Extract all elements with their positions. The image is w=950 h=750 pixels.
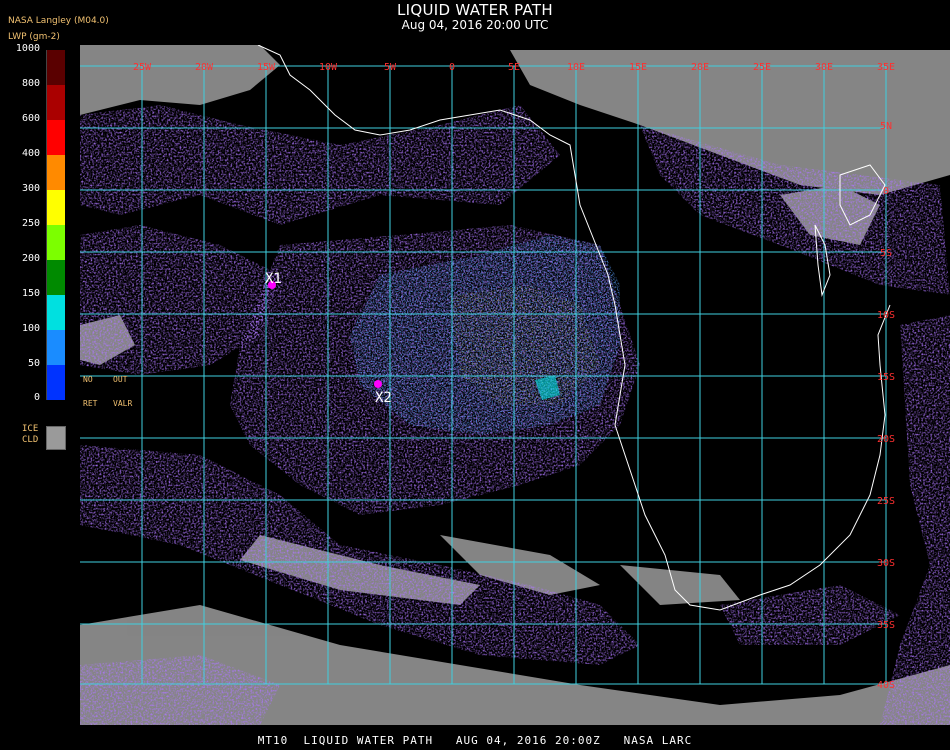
ice-label: ICE [22, 424, 39, 434]
legend-tick-600: 600 [21, 113, 40, 124]
legend-tick-150: 150 [21, 288, 40, 299]
marker-x1-label: X1 [265, 271, 282, 287]
legend-swatch-9 [46, 365, 65, 400]
legend-swatch-5 [46, 225, 65, 260]
lat-label: 20S [877, 434, 895, 445]
lon-label: 0 [449, 62, 455, 73]
legend-tick-100: 100 [21, 323, 40, 334]
product-title: LIQUID WATER PATH [397, 1, 553, 19]
lat-label: 25S [877, 496, 895, 507]
lon-label: 10W [319, 62, 338, 73]
lon-label: 5E [508, 62, 520, 73]
lon-label: 15W [257, 62, 276, 73]
legend-tick-0: 0 [33, 392, 40, 403]
lat-label: 15S [877, 372, 895, 383]
lon-label: 35E [877, 62, 895, 73]
legend-tick-250: 250 [21, 218, 40, 229]
ice-cloud-swatch [46, 426, 66, 450]
lon-label: 5W [384, 62, 397, 73]
lwp-map: 25W 20W 15W 10W 5W 0 5E 10E 15E 20E 25E 30E 35E 5N 0 5… [80, 45, 950, 725]
lon-label: 25E [753, 62, 771, 73]
flag-valr: VALR [113, 399, 133, 408]
footer-caption: MT10 LIQUID WATER PATH AUG 04, 2016 20:0… [257, 734, 693, 747]
lon-label: 20E [691, 62, 709, 73]
map-panel: 25W 20W 15W 10W 5W 0 5E 10E 15E 20E 25E 30E 35E 5N 0 5… [80, 45, 950, 725]
legend-tick-50: 50 [27, 358, 40, 369]
color-legend: 1000 800 600 400 300 250 200 150 100 50 … [0, 40, 132, 460]
legend-tick-400: 400 [21, 148, 40, 159]
lat-label: 5S [880, 248, 892, 259]
legend-tick-200: 200 [21, 253, 40, 264]
marker-x1: X1 [265, 271, 282, 289]
lon-label: 15E [629, 62, 647, 73]
legend-tick-800: 800 [21, 78, 40, 89]
flag-out: OUT [113, 375, 128, 384]
flag-no: NO [83, 375, 93, 384]
lon-label: 20W [195, 62, 214, 73]
product-datetime: Aug 04, 2016 20:00 UTC [401, 18, 549, 32]
marker-x2-dot [374, 380, 382, 388]
legend-swatch-8 [46, 330, 65, 365]
lat-label: 10S [877, 310, 895, 321]
source-label: NASA Langley (M04.0) [8, 16, 109, 26]
lon-label: 30E [815, 62, 833, 73]
lat-label: 30S [877, 558, 895, 569]
legend-swatch-7 [46, 295, 65, 330]
lon-label: 25W [133, 62, 152, 73]
lon-label: 10E [567, 62, 585, 73]
flag-ret: RET [83, 399, 98, 408]
legend-swatch-0 [46, 50, 65, 85]
legend-tick-1000: 1000 [15, 43, 40, 54]
legend-swatch-2 [46, 120, 65, 155]
legend-swatch-1 [46, 85, 65, 120]
lat-label: 40S [877, 680, 895, 691]
lat-label: 0 [883, 186, 889, 197]
legend-tick-300: 300 [21, 183, 40, 194]
legend-swatch-4 [46, 190, 65, 225]
satellite-product-view: LIQUID WATER PATH Aug 04, 2016 20:00 UTC… [0, 0, 950, 750]
legend-swatch-6 [46, 260, 65, 295]
legend-swatch-3 [46, 155, 65, 190]
cld-label: CLD [22, 435, 39, 445]
lat-label: 35S [877, 620, 895, 631]
marker-x2-label: X2 [375, 390, 392, 406]
lat-label: 5N [880, 121, 892, 132]
